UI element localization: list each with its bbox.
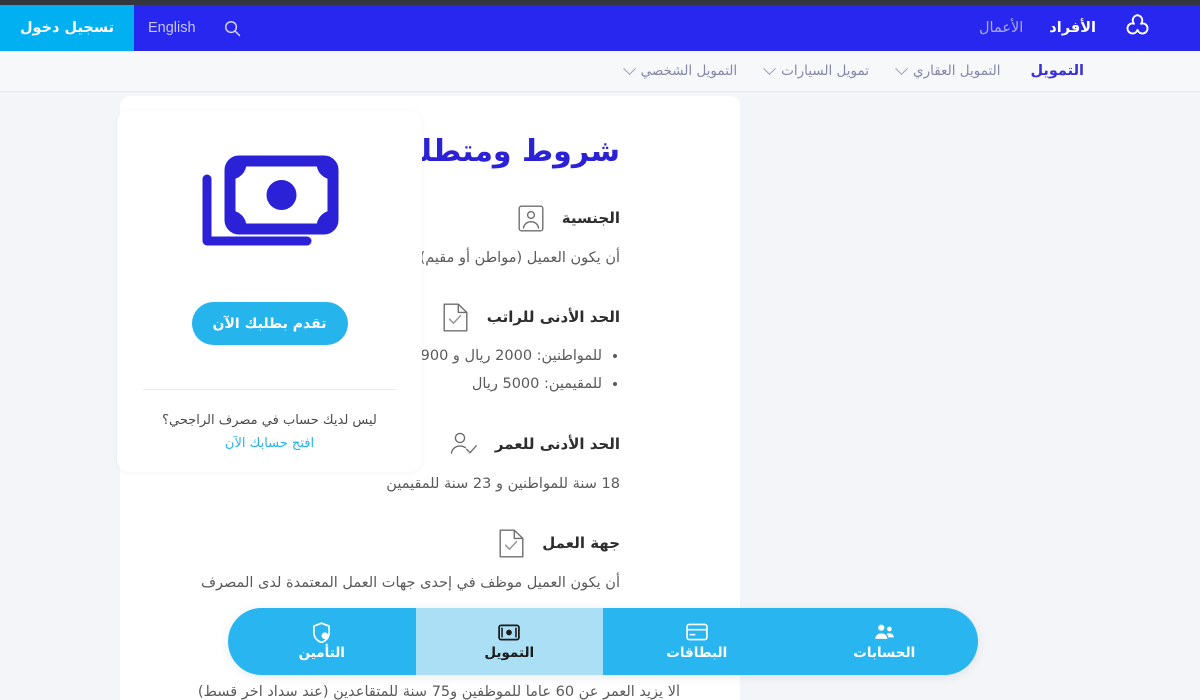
people-icon	[873, 622, 895, 642]
document-check-icon	[441, 302, 471, 332]
open-account-link[interactable]: افتح حسابك الآن	[225, 436, 314, 451]
banknote-icon	[195, 150, 345, 260]
person-portrait-icon	[516, 203, 546, 233]
apply-side-card: تقدم بطلبك الآن ليس لديك حساب في مصرف ال…	[117, 110, 422, 472]
divider	[143, 389, 396, 390]
requirement-label: الحد الأدنى للراتب	[486, 308, 620, 327]
requirement-label: الجنسية	[561, 209, 620, 227]
subnav-item-personal-finance[interactable]: التمويل الشخصي	[622, 61, 738, 79]
chevron-down-icon	[895, 61, 908, 75]
apply-now-button[interactable]: تقدم بطلبك الآن	[191, 302, 348, 345]
person-check-icon	[449, 429, 479, 459]
language-switch-english[interactable]: English	[134, 5, 210, 51]
alrajhi-trefoil-logo-icon[interactable]	[1102, 5, 1172, 51]
subnav-title-finance[interactable]: التمويل	[1030, 63, 1084, 79]
cut-off-requirement-line: ألا يزيد العمر عن 60 عاماً للموظفين و75 …	[197, 684, 680, 700]
document-check-icon	[496, 528, 526, 558]
shield-icon	[311, 621, 333, 643]
tab-label: التمويل	[484, 645, 535, 661]
nav-item-business[interactable]: الأعمال	[979, 20, 1023, 36]
tab-label: التأمين	[298, 645, 345, 661]
open-account-note-text: ليس لديك حساب في مصرف الراجحي؟	[162, 413, 377, 428]
chevron-down-icon	[763, 61, 777, 75]
header-utilities: English تسجيل دخول	[0, 5, 256, 51]
header-spacer	[256, 5, 979, 51]
banknote-icon	[498, 622, 521, 642]
tab-label: البطاقات	[666, 645, 728, 661]
subnav-item-auto-finance[interactable]: تمويل السيارات	[763, 61, 870, 79]
requirement-label: الحد الأدنى للعمر	[494, 434, 620, 453]
requirement-label: جهة العمل	[542, 534, 620, 553]
subnav-item-real-estate-finance[interactable]: التمويل العقاري	[895, 61, 1001, 79]
chevron-down-icon	[622, 61, 636, 75]
sub-navigation: التمويل التمويل العقاري تمويل السيارات ا…	[0, 51, 1200, 92]
requirement-body: أن يكون العميل موظف في إحدى جهات العمل ا…	[200, 575, 620, 592]
subnav-label: تمويل السيارات	[781, 63, 870, 79]
subnav-label: التمويل العقاري	[913, 63, 1001, 79]
tab-accounts[interactable]: الحسابات	[791, 608, 979, 675]
tab-insurance[interactable]: التأمين	[228, 608, 416, 675]
tab-label: الحسابات	[853, 645, 916, 661]
requirement-section-employer: جهة العمل أن يكون العميل موظف في إحدى جه…	[120, 528, 620, 595]
nav-item-individuals[interactable]: الأفراد	[1049, 20, 1096, 36]
search-icon[interactable]	[210, 5, 256, 51]
credit-card-icon	[686, 622, 708, 642]
site-header: الأفراد الأعمال English تسجيل دخول	[0, 5, 1200, 51]
login-button[interactable]: تسجيل دخول	[0, 5, 134, 51]
subnav-item-list: التمويل العقاري تمويل السيارات التمويل ا…	[0, 61, 1001, 79]
requirement-header: جهة العمل	[120, 528, 620, 558]
tab-cards[interactable]: البطاقات	[603, 608, 791, 675]
requirement-body: 18 سنة للمواطنين و 23 سنة للمقيمين	[386, 475, 620, 492]
primary-nav: الأفراد الأعمال	[979, 5, 1096, 51]
subnav-label: التمويل الشخصي	[640, 63, 738, 79]
category-tabbar: الحسابات البطاقات التمويل التأمين	[228, 608, 978, 675]
tab-finance[interactable]: التمويل	[415, 608, 603, 675]
open-account-note: ليس لديك حساب في مصرف الراجحي؟ افتح حساب…	[150, 410, 390, 456]
